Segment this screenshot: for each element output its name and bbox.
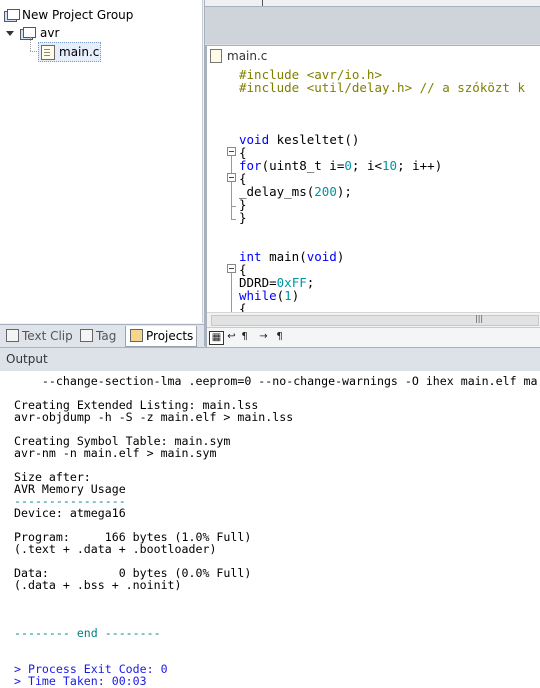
code-line: while(1) bbox=[239, 288, 300, 303]
project-panel: New Project Group avr main.c Text Clip T… bbox=[0, 0, 205, 347]
scrollbar-grip-icon: ||| bbox=[475, 314, 484, 323]
output-line: -------- end -------- bbox=[14, 626, 161, 640]
code-line: int main(void) bbox=[239, 249, 345, 264]
output-panel-header: Output bbox=[0, 347, 540, 372]
output-console[interactable]: --change-section-lma .eeprom=0 --no-chan… bbox=[0, 371, 540, 688]
project-group-label: New Project Group bbox=[22, 8, 134, 22]
show-tabs-button[interactable]: → bbox=[257, 331, 270, 343]
output-line: --change-section-lma .eeprom=0 --no-chan… bbox=[14, 374, 538, 388]
editor-top-strip bbox=[205, 0, 540, 7]
c-file-icon bbox=[210, 49, 222, 63]
tab-text-clip[interactable]: Text Clip bbox=[2, 326, 73, 346]
fold-toggle-icon[interactable] bbox=[227, 173, 236, 182]
left-panel-tabs: Text Clip Tag Projects bbox=[0, 324, 204, 347]
output-line: > Time Taken: 00:03 bbox=[14, 674, 147, 688]
projects-icon bbox=[130, 329, 143, 342]
show-paragraph-button[interactable]: ¶ bbox=[273, 331, 286, 343]
output-line: avr-nm -n main.elf > main.sym bbox=[14, 446, 217, 460]
output-line: avr-objdump -h -S -z main.elf > main.lss bbox=[14, 410, 294, 424]
project-group-icon bbox=[4, 9, 20, 22]
show-marks-button[interactable]: ¶ bbox=[238, 331, 251, 343]
editor-tab-main-c[interactable]: main.c bbox=[207, 45, 540, 67]
editor-tab-label: main.c bbox=[227, 49, 268, 63]
tab-projects-label: Projects bbox=[146, 329, 194, 343]
tag-icon bbox=[80, 329, 93, 342]
output-line: Device: atmega16 bbox=[14, 506, 126, 520]
code-line: #include <util/delay.h> // a szóközt k bbox=[239, 80, 525, 95]
horizontal-scrollbar[interactable]: ||| bbox=[207, 312, 540, 327]
tab-text-clip-label: Text Clip bbox=[22, 329, 73, 343]
tab-projects[interactable]: Projects bbox=[125, 326, 197, 347]
code-line: { bbox=[239, 301, 247, 312]
code-line: } bbox=[239, 210, 247, 225]
collapse-arrow-icon[interactable] bbox=[6, 31, 14, 36]
file-label: main.c bbox=[59, 45, 100, 59]
tree-connector bbox=[30, 37, 32, 51]
tree-item-project-group[interactable]: New Project Group bbox=[2, 6, 192, 24]
fold-toggle-icon[interactable] bbox=[227, 264, 236, 273]
output-line: (.data + .bss + .noinit) bbox=[14, 578, 182, 592]
fold-toggle-icon[interactable] bbox=[227, 147, 236, 156]
view-toggle-button[interactable]: ▦ bbox=[209, 331, 224, 345]
project-tree: New Project Group avr main.c bbox=[0, 0, 203, 323]
output-line: (.text + .data + .bootloader) bbox=[14, 542, 217, 556]
code-line: for(uint8_t i=0; i<10; i++) bbox=[239, 158, 443, 173]
editor-bottom-toolbar: ▦ ↩ ¶ → ¶ bbox=[207, 327, 540, 347]
code-line: void kesleltet() bbox=[239, 132, 360, 147]
word-wrap-button[interactable]: ↩ bbox=[225, 331, 238, 343]
code-line: _delay_ms(200); bbox=[239, 184, 352, 199]
project-label: avr bbox=[40, 26, 60, 40]
output-title: Output bbox=[6, 352, 48, 366]
c-file-icon bbox=[41, 45, 55, 60]
tab-tag[interactable]: Tag bbox=[76, 326, 122, 346]
text-clip-icon bbox=[6, 329, 19, 342]
code-editor[interactable]: #include <avr/io.h> #include <util/delay… bbox=[207, 66, 540, 312]
scrollbar-thumb[interactable] bbox=[211, 315, 539, 326]
tree-item-main-c[interactable]: main.c bbox=[38, 42, 101, 62]
tab-tag-label: Tag bbox=[96, 329, 117, 343]
editor-gutter bbox=[207, 66, 236, 312]
